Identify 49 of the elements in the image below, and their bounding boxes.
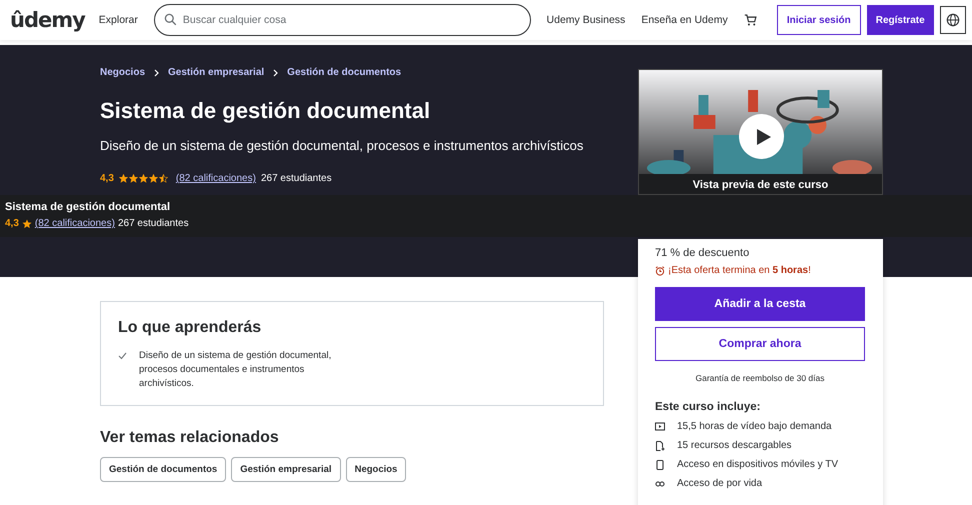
alarm-icon: [655, 266, 665, 276]
mobile-icon: [655, 460, 665, 470]
students-count: 267 estudiantes: [260, 173, 332, 184]
add-to-cart-button[interactable]: Añadir a la cesta: [655, 287, 865, 321]
globe-icon: [946, 13, 960, 27]
ratings-link[interactable]: (82 calificaciones): [176, 173, 256, 184]
students-count: 267 estudiantes: [118, 218, 189, 229]
topic-button[interactable]: Gestión de documentos: [100, 457, 226, 482]
star-icon: [22, 218, 32, 228]
breadcrumb-link[interactable]: Gestión de documentos: [287, 67, 402, 78]
topic-button[interactable]: Negocios: [346, 457, 406, 482]
includes-item: Acceso en dispositivos móviles y TV: [677, 459, 838, 470]
nav-link[interactable]: Udemy Business: [546, 14, 626, 26]
buy-now-button[interactable]: Comprar ahora: [655, 327, 865, 361]
infinity-icon: [655, 478, 665, 488]
course-title: Sistema de gestión documental: [100, 98, 432, 124]
logo[interactable]: ûdemy: [10, 8, 85, 32]
rating-value: 4,3: [5, 218, 19, 229]
login-button[interactable]: Iniciar sesión: [776, 5, 861, 35]
signup-button[interactable]: Regístrate: [866, 5, 934, 35]
learn-item: Diseño de un sistema de gestión documental, procesos documentales e instrumentos archivísticos.: [139, 349, 332, 391]
cart-icon[interactable]: [744, 13, 757, 27]
includes-item: Acceso de por vida: [677, 478, 762, 489]
chevron-icon: [272, 68, 280, 76]
file-icon: [655, 440, 665, 450]
guarantee-text: Garantía de reembolso de 30 días: [694, 373, 826, 383]
section-heading: Ver temas relacionados: [100, 429, 280, 447]
includes-title: Este curso incluye:: [655, 401, 762, 413]
includes-item: 15,5 horas de vídeo bajo demanda: [677, 421, 832, 432]
sticky-title: Sistema de gestión documental: [5, 201, 172, 213]
breadcrumb-link[interactable]: Gestión empresarial: [168, 67, 264, 78]
discount-text: 71 % de descuento: [655, 247, 750, 259]
nav-link[interactable]: Enseña en Udemy: [641, 14, 728, 26]
section-heading: Lo que aprenderás: [118, 319, 262, 337]
check-icon: [118, 352, 127, 360]
chevron-icon: [153, 68, 160, 76]
video-icon: [655, 422, 665, 432]
course-subtitle: Diseño de un sistema de gestión documental, procesos e instrumentos archivísticos: [100, 138, 584, 153]
topic-button[interactable]: Gestión empresarial: [231, 457, 341, 482]
search-field[interactable]: Buscar cualquier cosa: [154, 4, 531, 36]
ratings-link[interactable]: (82 calificaciones): [34, 218, 115, 229]
rating-value: 4,3: [100, 173, 114, 184]
search-icon: [164, 13, 177, 26]
explore-link[interactable]: Explorar: [98, 14, 138, 26]
breadcrumb-link[interactable]: Negocios: [100, 67, 146, 78]
includes-item: 15 recursos descargables: [677, 440, 792, 451]
offer-countdown: ¡Esta oferta termina en 5 horas!: [668, 265, 811, 276]
language-button[interactable]: [940, 6, 966, 34]
play-icon: [756, 128, 772, 146]
